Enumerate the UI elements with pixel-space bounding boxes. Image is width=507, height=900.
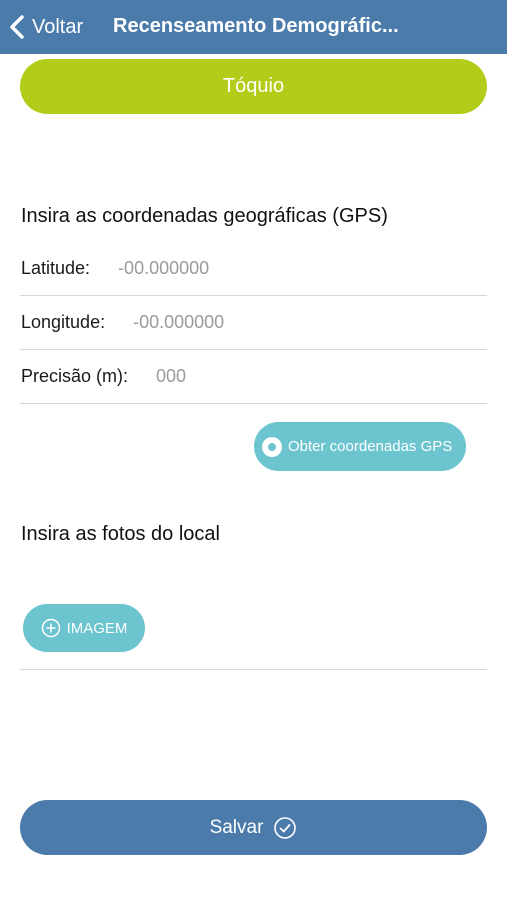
city-button[interactable]: Tóquio (20, 59, 487, 114)
page-title: Recenseamento Demográfic... (113, 15, 399, 37)
add-image-button[interactable]: IMAGEM (23, 604, 145, 652)
save-button[interactable]: Salvar (20, 800, 487, 855)
back-button[interactable]: Voltar (8, 10, 83, 44)
photos-section-title: Insira as fotos do local (21, 523, 220, 545)
save-label: Salvar (209, 816, 264, 838)
get-gps-label: Obter coordenadas GPS (288, 438, 453, 455)
check-circle-icon (274, 816, 297, 839)
longitude-label: Longitude: (21, 312, 106, 332)
latitude-label: Latitude: (21, 258, 91, 278)
chevron-left-icon (10, 15, 24, 39)
longitude-row: Longitude: (20, 296, 487, 350)
precision-input[interactable] (156, 366, 377, 387)
latitude-input[interactable] (118, 258, 339, 279)
precision-label: Precisão (m): (21, 366, 129, 386)
gps-section-title: Insira as coordenadas geográficas (GPS) (21, 205, 388, 227)
app-header: Voltar Recenseamento Demográfic... (0, 0, 507, 54)
latitude-row: Latitude: (20, 242, 487, 296)
precision-row: Precisão (m): (20, 350, 487, 404)
gps-target-icon (262, 436, 282, 457)
back-label: Voltar (32, 15, 84, 38)
photos-divider (20, 669, 487, 670)
add-image-label: IMAGEM (66, 619, 128, 637)
longitude-input[interactable] (133, 312, 354, 333)
city-button-label: Tóquio (222, 75, 285, 97)
add-circle-icon (41, 618, 60, 638)
get-gps-button[interactable]: Obter coordenadas GPS (254, 422, 466, 471)
